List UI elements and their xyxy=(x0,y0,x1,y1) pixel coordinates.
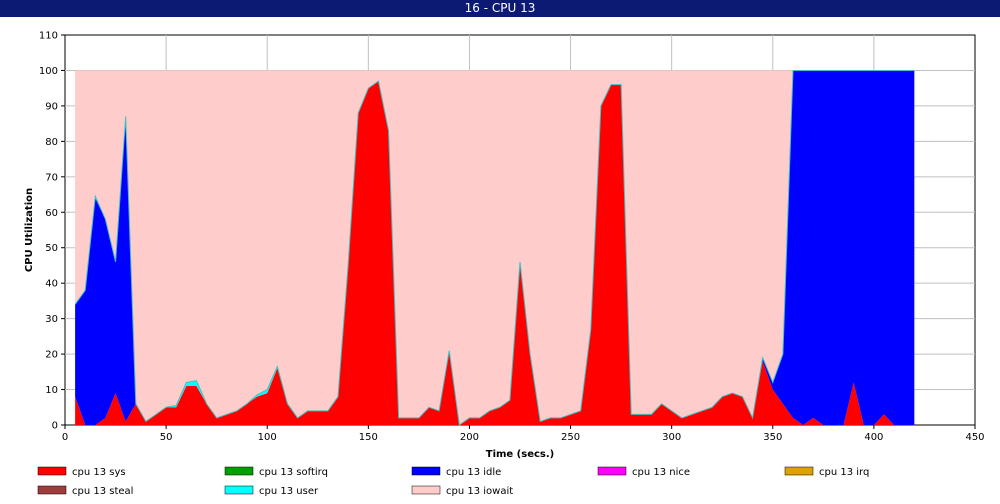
x-tick-label: 250 xyxy=(561,432,580,443)
y-tick-label: 30 xyxy=(45,314,58,325)
cpu-utilization-chart: 0 50 100 150 200 250 300 350 400 450 0 10 20 30 40 50 60… xyxy=(24,31,985,498)
y-tick-label: 90 xyxy=(45,101,58,112)
legend-label: cpu 13 sys xyxy=(72,467,126,478)
legend-item-user: cpu 13 user xyxy=(224,485,319,497)
y-tick-label: 40 xyxy=(45,279,58,290)
x-tick-label: 200 xyxy=(460,432,479,443)
legend-swatch xyxy=(37,485,67,495)
legend-swatch xyxy=(411,466,441,476)
legend-item-iowait: cpu 13 iowait xyxy=(411,485,513,497)
stacked-areas xyxy=(74,69,915,426)
legend-label: cpu 13 user xyxy=(259,486,319,497)
legend-swatch xyxy=(411,485,441,495)
x-tick-label: 100 xyxy=(258,432,277,443)
y-tick-label: 100 xyxy=(39,66,58,77)
legend-label: cpu 13 nice xyxy=(632,467,690,478)
legend-label: cpu 13 irq xyxy=(819,467,869,478)
x-tick-label: 400 xyxy=(864,432,883,443)
legend-label: cpu 13 idle xyxy=(446,467,501,478)
legend-label: cpu 13 steal xyxy=(72,486,133,497)
x-tick-label: 50 xyxy=(160,432,173,443)
legend-swatch xyxy=(784,466,814,476)
legend-item-softirq: cpu 13 softirq xyxy=(224,466,328,478)
legend-swatch xyxy=(37,466,67,476)
legend-item-irq: cpu 13 irq xyxy=(784,466,869,478)
y-tick-label: 10 xyxy=(45,385,58,396)
y-tick-label: 110 xyxy=(39,31,58,42)
legend-item-sys: cpu 13 sys xyxy=(37,466,126,478)
legend-item-steal: cpu 13 steal xyxy=(37,485,133,497)
legend-swatch xyxy=(224,485,254,495)
x-axis-title: Time (secs.) xyxy=(486,449,555,460)
y-tick-label: 60 xyxy=(45,208,58,219)
y-tick-label: 70 xyxy=(45,172,58,183)
legend-label: cpu 13 softirq xyxy=(259,467,328,478)
x-tick-label: 450 xyxy=(965,432,984,443)
legend-item-idle: cpu 13 idle xyxy=(411,466,501,478)
y-axis-title: CPU Utilization xyxy=(24,188,35,272)
legend: cpu 13 sys cpu 13 softirq cpu 13 idle cpu 1… xyxy=(37,466,869,497)
x-tick-label: 0 xyxy=(62,432,68,443)
legend-item-nice: cpu 13 nice xyxy=(597,466,690,478)
x-tick-label: 350 xyxy=(763,432,782,443)
legend-label: cpu 13 iowait xyxy=(446,486,513,497)
legend-swatch xyxy=(597,466,627,476)
y-tick-label: 20 xyxy=(45,350,58,361)
y-tick-label: 50 xyxy=(45,243,58,254)
y-tick-label: 0 xyxy=(52,421,58,432)
x-tick-label: 150 xyxy=(359,432,378,443)
y-tick-label: 80 xyxy=(45,137,58,148)
x-tick-label: 300 xyxy=(662,432,681,443)
legend-swatch xyxy=(224,466,254,476)
